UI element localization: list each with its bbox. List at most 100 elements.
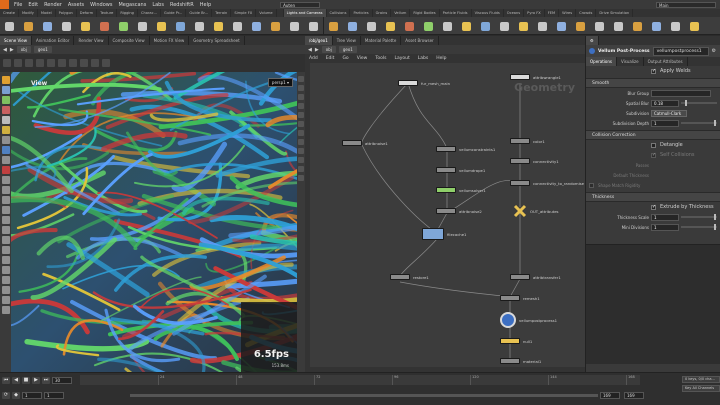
node-null[interactable]: null1 xyxy=(500,338,532,344)
node-filecache[interactable]: filecache1 xyxy=(422,228,466,240)
shelf-tool-button[interactable] xyxy=(95,17,114,35)
back-arrow-icon[interactable]: ◀ xyxy=(308,47,312,53)
shelf-tab[interactable]: Terrain xyxy=(212,9,232,17)
keys-icon[interactable]: ◆ xyxy=(12,391,20,399)
shelf-tool-button[interactable] xyxy=(0,17,19,35)
viewport-tool-button[interactable] xyxy=(91,59,99,67)
tool-icon[interactable] xyxy=(1,276,10,284)
apply-welds-checkbox[interactable] xyxy=(651,68,656,74)
node-body[interactable] xyxy=(510,158,530,164)
path-obj[interactable]: obj xyxy=(321,46,336,53)
rotate-tool-icon[interactable] xyxy=(1,96,10,104)
shelf-tool-button[interactable] xyxy=(381,17,400,35)
shelf-tool-button[interactable] xyxy=(628,17,647,35)
shelf-tab[interactable]: Crowds xyxy=(576,9,597,17)
node-body[interactable] xyxy=(342,140,362,146)
display-option-icon[interactable] xyxy=(298,130,304,136)
shelf-tool-button[interactable] xyxy=(209,17,228,35)
tool-icon[interactable] xyxy=(1,236,10,244)
smooth-section[interactable]: Smooth xyxy=(586,78,720,88)
menu-edit[interactable]: Edit xyxy=(25,2,41,8)
network-editor[interactable]: Geometry fur_mesh_main attribwrangle1 at… xyxy=(310,63,585,372)
viewport-tool-button[interactable] xyxy=(14,59,22,67)
tab-asset-browser[interactable]: Asset Browser xyxy=(401,36,439,45)
menu-windows[interactable]: Windows xyxy=(87,2,115,8)
path-geo1[interactable]: geo1 xyxy=(338,46,357,53)
display-option-icon[interactable] xyxy=(298,148,304,154)
first-frame-icon[interactable]: ⏮ xyxy=(2,376,10,384)
tool-icon[interactable] xyxy=(1,306,10,314)
tab-output-attributes[interactable]: Output Attributes xyxy=(644,57,688,66)
shelf-tab[interactable]: Pyro FX xyxy=(524,9,545,17)
menu-labs[interactable]: Labs xyxy=(149,2,167,8)
shelf-tool-button[interactable] xyxy=(114,17,133,35)
desktop-selector[interactable]: Main xyxy=(656,1,720,8)
shelf-tool-button[interactable] xyxy=(247,17,266,35)
menu-help[interactable]: Help xyxy=(197,2,214,8)
node-body[interactable] xyxy=(436,208,456,214)
display-option-icon[interactable] xyxy=(298,175,304,181)
tool-icon[interactable] xyxy=(1,266,10,274)
min-divisions-field[interactable]: 1 xyxy=(651,223,679,231)
build-dropdown[interactable]: Auten xyxy=(280,1,321,8)
shelf-tool-button[interactable] xyxy=(324,17,343,35)
shelf-tab[interactable]: Texture xyxy=(97,9,118,17)
collision-section[interactable]: Collision Correction xyxy=(586,130,720,140)
node-body[interactable] xyxy=(500,338,520,344)
node-name-field[interactable]: vellumpostprocess1 xyxy=(652,46,709,56)
shelf-tool-button[interactable] xyxy=(362,17,381,35)
node-body[interactable] xyxy=(510,180,530,186)
shelf-tab[interactable]: Polygon xyxy=(56,9,77,17)
subdivision-depth-field[interactable]: 1 xyxy=(651,119,679,127)
viewport-tool-button[interactable] xyxy=(36,59,44,67)
viewport-tool-button[interactable] xyxy=(3,59,11,67)
tool-icon[interactable] xyxy=(1,296,10,304)
shelf-tab[interactable]: Simple FX xyxy=(231,9,257,17)
shelf-tool-button[interactable] xyxy=(514,17,533,35)
node-connectivity[interactable]: connectivity1 xyxy=(510,158,559,164)
menu-megascans[interactable]: Megascans xyxy=(115,2,149,8)
shelf-tool-button[interactable] xyxy=(419,17,438,35)
shelf-tool-button[interactable] xyxy=(133,17,152,35)
tool-icon[interactable] xyxy=(1,206,10,214)
end-range-field[interactable]: 169 xyxy=(600,392,620,399)
node-attribnoise2[interactable]: attribnoise2 xyxy=(436,208,482,214)
shelf-tab[interactable]: FEM xyxy=(545,9,560,17)
shelf-tab[interactable]: Vellum xyxy=(391,9,411,17)
shelf-tab[interactable]: Create xyxy=(0,9,19,17)
slider-knob[interactable] xyxy=(714,214,717,220)
move-tool-icon[interactable] xyxy=(1,86,10,94)
scale-tool-icon[interactable] xyxy=(1,106,10,114)
node-attribwrangle[interactable]: attribwrangle1 xyxy=(510,74,561,80)
extrude-checkbox[interactable] xyxy=(651,204,656,210)
frame-range-slider[interactable] xyxy=(130,394,598,397)
shelf-tab[interactable]: Guide Br... xyxy=(186,9,213,17)
display-option-icon[interactable] xyxy=(298,94,304,100)
node-body[interactable] xyxy=(500,358,520,364)
end-frame-field[interactable]: 169 xyxy=(624,392,644,399)
node-remesh[interactable]: remesh1 xyxy=(500,295,540,301)
shelf-tab[interactable]: Rigging xyxy=(117,9,138,17)
viewport-tool-button[interactable] xyxy=(80,59,88,67)
menu-redshift[interactable]: RedshiftR xyxy=(167,2,197,8)
net-menu-tools[interactable]: Tools xyxy=(371,56,390,61)
forward-arrow-icon[interactable]: ▶ xyxy=(315,47,319,53)
viewport-tool-button[interactable] xyxy=(102,59,110,67)
desktop-dropdown[interactable]: Main xyxy=(656,1,716,8)
brush-tool-icon[interactable] xyxy=(1,156,10,164)
net-menu-help[interactable]: Help xyxy=(432,56,450,61)
node-vellumpostprocess[interactable]: vellumpostprocess1 xyxy=(500,312,557,328)
shelf-tab[interactable]: Wires xyxy=(559,9,577,17)
tool-icon[interactable] xyxy=(1,186,10,194)
node-color[interactable]: color1 xyxy=(510,138,545,144)
node-body[interactable] xyxy=(436,146,456,152)
node-vellumdrape[interactable]: vellumdrape1 xyxy=(436,167,485,173)
shelf-tool-button[interactable] xyxy=(590,17,609,35)
tab-scene-view[interactable]: Scene View xyxy=(0,36,32,45)
display-option-icon[interactable] xyxy=(298,121,304,127)
shelf-tab[interactable]: Particles xyxy=(350,9,373,17)
viewport-tool-button[interactable] xyxy=(58,59,66,67)
tool-icon[interactable] xyxy=(1,216,10,224)
tab-network-geo1[interactable]: /obj/geo1 xyxy=(305,36,333,45)
back-arrow-icon[interactable]: ◀ xyxy=(3,47,7,53)
